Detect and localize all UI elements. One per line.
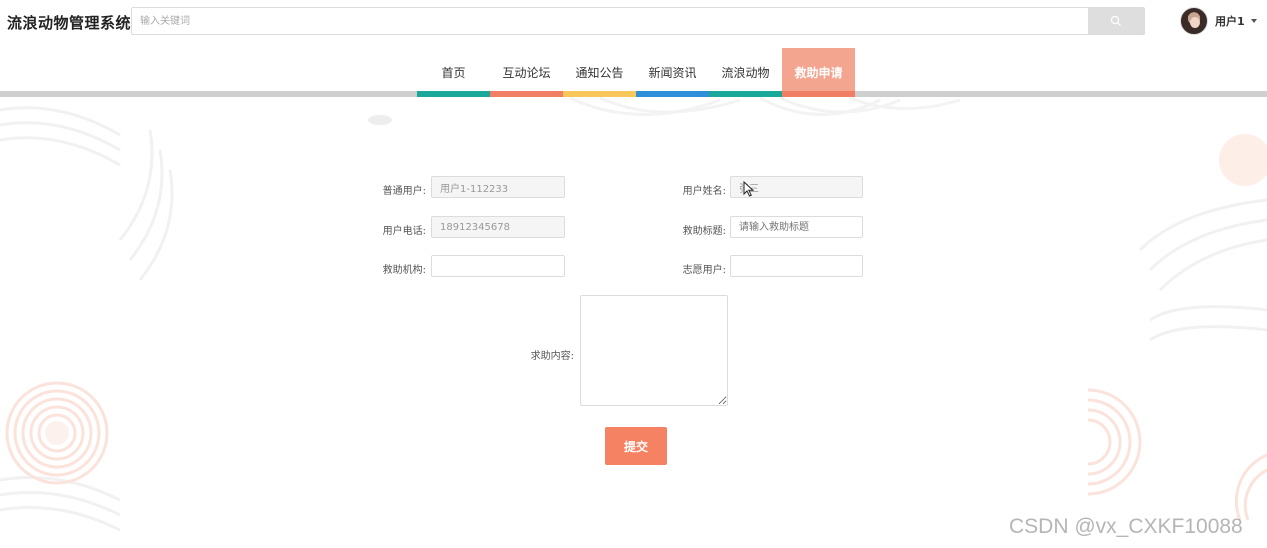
user-account-field[interactable] [431,176,565,198]
rescue-org-label: 救助机构: [382,265,426,276]
rescue-title-field[interactable] [730,216,863,238]
rescue-org-field[interactable] [431,255,565,277]
content-textarea[interactable] [580,295,728,406]
search-icon [1110,15,1121,26]
nav-item-notices[interactable]: 通知公告 [563,48,636,97]
user-menu[interactable]: 用户1 [1180,7,1257,35]
nav-item-home[interactable]: 首页 [417,48,490,97]
volunteer-label: 志愿用户: [682,265,726,276]
site-title: 流浪动物管理系统 [7,14,132,32]
watermark-text: CSDN @vx_CXKF10088 [1009,515,1243,538]
search-button[interactable] [1088,8,1144,34]
rescue-title-label: 救助标题: [682,226,726,237]
top-header: 流浪动物管理系统 用户1 [0,0,1267,44]
nav-item-underline [709,91,782,97]
nav-item-underline [563,91,636,97]
nav-item-forum[interactable]: 互动论坛 [490,48,563,97]
volunteer-field[interactable] [730,255,863,277]
phone-label: 用户电话: [382,226,426,237]
search-input[interactable] [132,8,1089,34]
nav-item-underline [490,91,563,97]
nav-item-underline [417,91,490,97]
nav-item-underline [782,91,855,97]
nav-item-label: 通知公告 [575,66,624,80]
nav-item-underline [636,91,709,97]
nav-item-rescue-request[interactable]: 救助申请 [782,48,855,97]
main-nav: 首页 互动论坛 通知公告 新闻资讯 流浪动物 救助申请 [417,48,855,97]
submit-button[interactable]: 提交 [605,427,667,465]
nav-item-label: 新闻资讯 [648,66,697,80]
chevron-down-icon[interactable] [1250,19,1257,23]
nav-item-label: 互动论坛 [502,66,551,80]
user-name-label: 用户姓名: [682,186,726,197]
search-bar [131,7,1145,35]
content-label: 求助内容: [530,351,574,362]
phone-field[interactable] [431,216,565,238]
nav-item-label: 首页 [441,66,466,80]
mouse-cursor-icon [743,181,755,197]
user-account-label: 普通用户: [382,186,426,197]
user-name[interactable]: 用户1 [1215,13,1245,29]
avatar[interactable] [1180,7,1208,35]
nav-item-label: 救助申请 [794,66,843,80]
nav-item-news[interactable]: 新闻资讯 [636,48,709,97]
nav-item-stray-animals[interactable]: 流浪动物 [709,48,782,97]
nav-item-label: 流浪动物 [721,66,770,80]
